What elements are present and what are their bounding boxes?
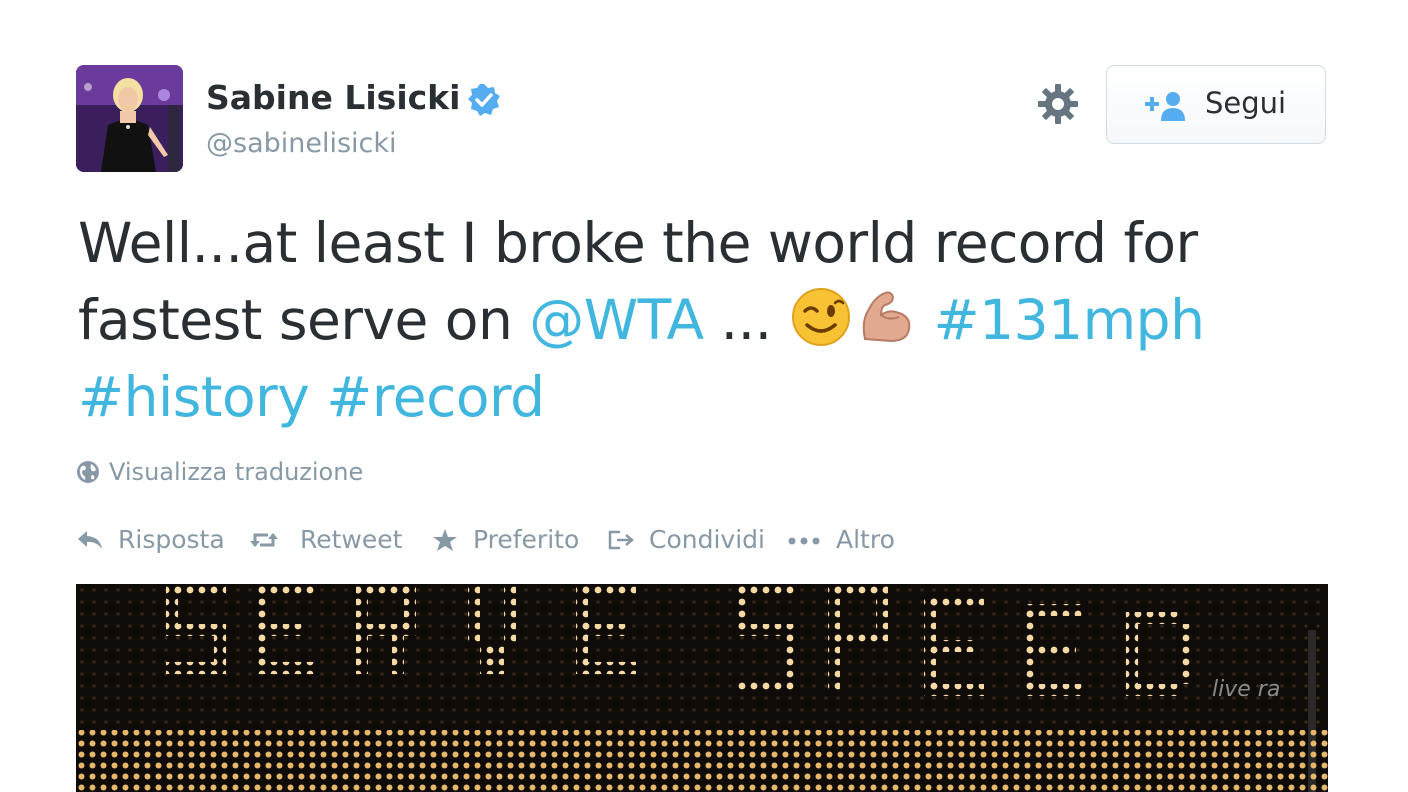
tweet-line-2: fastest serve on (78, 288, 530, 352)
retweet-label: Retweet (300, 525, 403, 554)
reply-label: Risposta (118, 525, 225, 554)
retweet-icon (250, 533, 278, 547)
globe-icon (77, 461, 99, 483)
hashtag-history[interactable]: #history (78, 365, 310, 429)
tweet-line-1: Well...at least I broke the world record… (78, 211, 1198, 275)
tweet-actions: Risposta Retweet Preferito Condividi Alt… (76, 524, 976, 558)
translate-label: Visualizza traduzione (109, 458, 364, 486)
share-label: Condividi (649, 525, 765, 554)
tweet-media-photo[interactable]: live ra (76, 584, 1328, 792)
more-label: Altro (836, 525, 895, 554)
flexed-biceps-emoji (855, 287, 915, 347)
verified-badge-icon (468, 84, 500, 116)
more-icon (788, 537, 820, 545)
screen-name[interactable]: @sabinelisicki (206, 128, 397, 159)
star-icon (433, 529, 457, 551)
share-icon (608, 530, 634, 550)
follow-label: Segui (1205, 86, 1287, 120)
hashtag-131mph[interactable]: #131mph (934, 288, 1205, 352)
tweet-ellipsis: ... (703, 288, 789, 352)
winking-face-emoji (791, 287, 851, 347)
avatar[interactable] (76, 65, 183, 172)
reply-icon (78, 531, 102, 549)
tweet-text: Well...at least I broke the world record… (78, 205, 1318, 436)
follow-button[interactable]: Segui (1106, 65, 1326, 144)
mention-link[interactable]: @WTA (529, 288, 704, 352)
gear-icon[interactable] (1036, 82, 1080, 126)
tweet-page: Sabine Lisicki @sabinelisicki Segui Well… (0, 0, 1408, 792)
led-scoreboard-image: live ra (76, 584, 1328, 792)
watermark-live: live ra (1212, 677, 1280, 702)
add-user-icon (1145, 92, 1185, 121)
display-name[interactable]: Sabine Lisicki (206, 78, 460, 117)
hashtag-record[interactable]: #record (326, 365, 545, 429)
avatar-photo (76, 65, 183, 172)
favorite-label: Preferito (473, 525, 580, 554)
